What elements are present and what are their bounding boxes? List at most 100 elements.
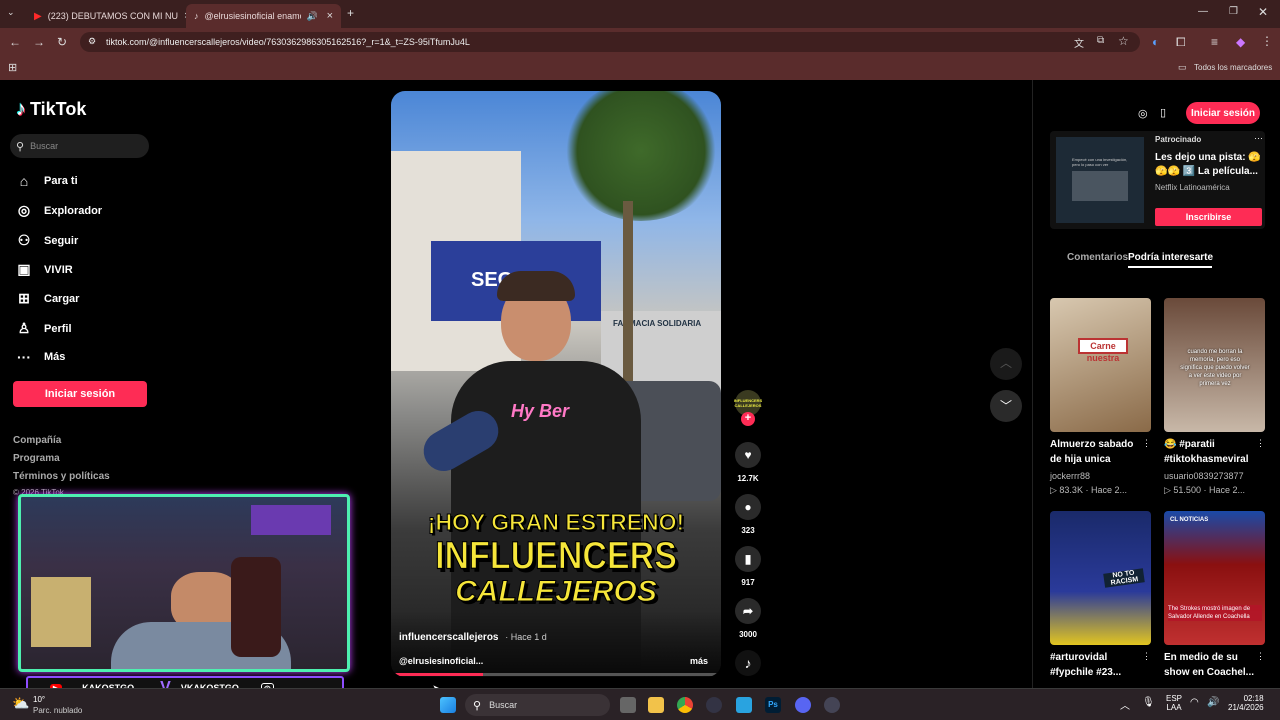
media-control-icon[interactable]: ≡	[1211, 35, 1218, 49]
close-window-icon[interactable]: ✕	[1258, 5, 1268, 19]
nav-perfil[interactable]: ♙ Perfil	[16, 320, 72, 337]
progress-track[interactable]	[391, 673, 721, 676]
follow-plus-icon[interactable]: +	[741, 412, 755, 426]
share-button[interactable]: ➦ 3000	[734, 598, 762, 639]
kebab-icon[interactable]: ⋮	[1256, 438, 1265, 449]
photoshop-icon[interactable]: Ps	[765, 697, 781, 713]
windows-start-icon[interactable]	[440, 697, 456, 713]
video-thumbnail[interactable]: CL NOTICIAS The Strokes mostró imagen de…	[1164, 511, 1265, 645]
video-title[interactable]: 😂 #paratii #tiktokhasmeviral	[1164, 437, 1256, 467]
speaker-icon[interactable]: 🔊	[307, 11, 318, 22]
windows-taskbar: ⛅ 10° Parc. nublado ⚲ Buscar Ps ︿ 🎙 ESP L…	[0, 688, 1280, 720]
back-icon[interactable]: ←	[9, 35, 21, 49]
coin-icon[interactable]: ◎	[1138, 107, 1148, 120]
video-thumbnail[interactable]: NO TO RACISM	[1050, 511, 1151, 645]
video-thumbnail[interactable]: cuando me borran la memoria, pero eso si…	[1164, 298, 1265, 432]
tab-youtube[interactable]: ▶ (223) DEBUTAMOS CON MI NU ×	[26, 4, 186, 28]
file-explorer-icon[interactable]	[648, 697, 664, 713]
footer-link-compania[interactable]: Compañía	[13, 435, 61, 446]
video-title[interactable]: En medio de su show en Coachel...	[1164, 650, 1256, 680]
cast-icon[interactable]: ⧉	[1097, 35, 1104, 46]
wall-screen	[251, 505, 331, 535]
new-tab-icon[interactable]: +	[347, 6, 354, 20]
video-thumbnail[interactable]: Carne nuestra	[1050, 298, 1151, 432]
thumb-overlay: NO TO RACISM	[1103, 568, 1145, 588]
extension-icon[interactable]: ◐	[1152, 35, 1159, 49]
video-mention[interactable]: @elrusiesinoficial...	[399, 656, 483, 666]
weather-temp[interactable]: 10°	[33, 695, 45, 704]
heart-icon: ♥	[735, 442, 761, 468]
nav-mas[interactable]: ··· Más	[16, 349, 65, 365]
microphone-icon[interactable]: 🎙	[1142, 697, 1155, 708]
kebab-menu-icon[interactable]: ⋮	[1261, 34, 1273, 48]
creator-avatar[interactable]: INFLUENCERS CALLEJEROS +	[734, 390, 762, 426]
wifi-icon[interactable]: ◠	[1190, 697, 1199, 708]
footer-link-terminos[interactable]: Términos y políticas	[13, 471, 110, 482]
more-link[interactable]: más	[690, 656, 708, 666]
close-icon[interactable]: ×	[327, 10, 333, 22]
forward-icon[interactable]: →	[33, 35, 45, 49]
device-icon[interactable]: ▯	[1160, 106, 1166, 119]
all-bookmarks[interactable]: Todos los marcadores	[1194, 63, 1272, 72]
comment-button[interactable]: ● 323	[734, 494, 762, 535]
apps-grid-icon[interactable]: ⊞	[8, 61, 17, 74]
star-icon[interactable]: ☆	[1118, 34, 1129, 48]
nav-explorador[interactable]: ◎ Explorador	[16, 202, 102, 219]
nav-para-ti[interactable]: ⌂ Para ti	[16, 173, 78, 189]
video-player[interactable]: SEGU MÁS FARMACIA SOLIDARIA Hy Ber ¡HOY …	[391, 91, 721, 677]
clock-time: 02:18	[1243, 694, 1264, 703]
search-input[interactable]: ⚲ Buscar	[10, 134, 149, 158]
sound-disc[interactable]: ♪	[734, 650, 762, 682]
nav-seguir[interactable]: ⚇ Seguir	[16, 232, 79, 249]
video-title[interactable]: #arturovidal #fypchile #23...	[1050, 650, 1142, 680]
palm-tree	[561, 91, 721, 221]
subscribe-button[interactable]: Inscribirse	[1155, 208, 1262, 226]
video-user[interactable]: jockerrr88	[1050, 471, 1090, 481]
title-line: 😂 #paratii	[1164, 439, 1215, 450]
kebab-icon[interactable]: ⋮	[1256, 651, 1265, 662]
like-button[interactable]: ♥ 12.7K	[734, 442, 762, 483]
language-indicator[interactable]: ESP LAA	[1166, 694, 1182, 712]
taskbar-search[interactable]: ⚲ Buscar	[465, 694, 610, 716]
video-user[interactable]: usuario0839273877	[1164, 471, 1244, 481]
kebab-icon[interactable]: ⋮	[1142, 651, 1151, 662]
previous-video-button[interactable]: ︿	[990, 348, 1022, 380]
tiktok-logo[interactable]: ♪ TikTok	[16, 98, 86, 121]
puzzle-icon[interactable]: ⧠	[1176, 35, 1186, 50]
profile-avatar-icon[interactable]: ◆	[1236, 35, 1245, 49]
app-icon[interactable]	[706, 697, 722, 713]
ad-more-icon[interactable]: ···	[1254, 133, 1263, 143]
login-button[interactable]: Iniciar sesión	[13, 381, 147, 407]
video-title[interactable]: Almuerzo sabado de hija unica	[1050, 437, 1142, 467]
translate-icon[interactable]: 文	[1074, 35, 1084, 50]
nav-label: Explorador	[44, 204, 103, 217]
facebook-icon[interactable]	[736, 697, 752, 713]
tray-chevron-icon[interactable]: ︿	[1120, 697, 1130, 712]
search-label: Buscar	[489, 700, 518, 710]
reload-icon[interactable]: ↻	[57, 35, 67, 49]
tab-tiktok[interactable]: ♪ @elrusiesinoficial enamora 🔊 ×	[186, 4, 341, 28]
discord-icon[interactable]	[795, 697, 811, 713]
next-video-button[interactable]: ﹀	[990, 390, 1022, 422]
login-button-top[interactable]: Iniciar sesión	[1186, 102, 1260, 124]
task-view-icon[interactable]	[620, 697, 636, 713]
tab-list-icon[interactable]: ⌄	[7, 7, 15, 18]
save-button[interactable]: ▮ 917	[734, 546, 762, 587]
nav-cargar[interactable]: ⊞ Cargar	[16, 290, 79, 307]
nav-vivir[interactable]: ▣ VIVIR	[16, 261, 72, 278]
url-bar[interactable]: ⚙ tiktok.com/@influencerscallejeros/vide…	[80, 32, 1140, 52]
tab-comentarios[interactable]: Comentarios	[1067, 252, 1128, 263]
minimize-icon[interactable]: —	[1198, 6, 1208, 17]
share-count: 3000	[739, 630, 757, 639]
tab-podria-interesarte[interactable]: Podría interesarte	[1128, 252, 1213, 263]
app-icon-2[interactable]	[824, 697, 840, 713]
clock[interactable]: 02:18 21/4/2026	[1228, 694, 1264, 712]
video-author[interactable]: influencerscallejeros · Hace 1 d	[399, 632, 547, 643]
site-info-icon[interactable]: ⚙	[88, 36, 96, 47]
volume-icon[interactable]: 🔊	[1207, 697, 1219, 708]
kebab-icon[interactable]: ⋮	[1142, 438, 1151, 449]
chrome-icon[interactable]	[677, 697, 693, 713]
restore-icon[interactable]: ❐	[1229, 6, 1238, 17]
footer-link-programa[interactable]: Programa	[13, 453, 60, 464]
weather-desc[interactable]: Parc. nublado	[33, 706, 82, 715]
